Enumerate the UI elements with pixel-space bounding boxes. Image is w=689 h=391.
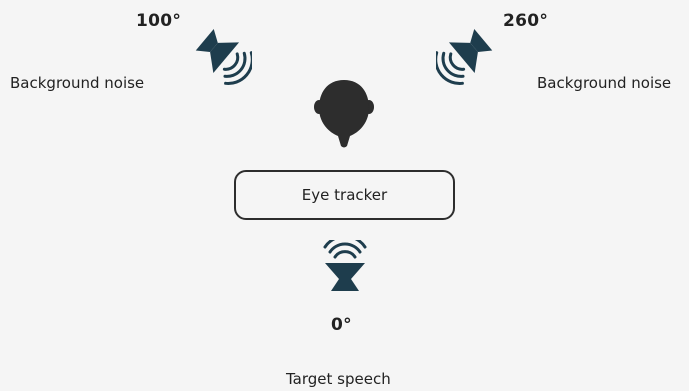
speaker-icon-left	[195, 28, 252, 85]
caption-background-noise-right: Background noise	[537, 74, 672, 92]
caption-background-noise-left: Background noise	[10, 74, 145, 92]
speaker-icon-right	[436, 28, 493, 85]
head-icon	[314, 80, 374, 148]
angle-label-260: 260°	[503, 11, 549, 31]
angle-label-0: 0°	[331, 315, 352, 335]
speaker-icon-target	[323, 240, 367, 291]
eye-tracker-box: Eye tracker	[234, 170, 455, 220]
caption-target-speech: Target speech	[286, 370, 391, 388]
eye-tracker-label: Eye tracker	[301, 186, 388, 204]
angle-label-100: 100°	[136, 11, 182, 31]
